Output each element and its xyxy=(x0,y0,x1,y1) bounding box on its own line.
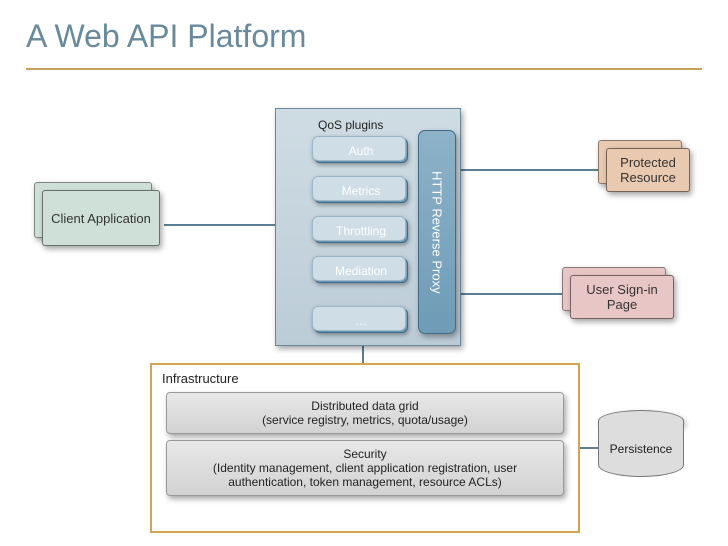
protected-resource-box: Protected Resource xyxy=(606,148,690,192)
client-application-label: Client Application xyxy=(42,190,160,246)
security-card: Security (Identity management, client ap… xyxy=(166,440,564,496)
plugin-mediation: Mediation xyxy=(314,258,408,283)
infrastructure-title: Infrastructure xyxy=(162,371,568,386)
distributed-grid-card: Distributed data grid (service registry,… xyxy=(166,392,564,434)
client-application-box: Client Application xyxy=(42,190,160,246)
signin-page-label: User Sign-in Page xyxy=(570,275,674,319)
protected-resource-label: Protected Resource xyxy=(606,148,690,192)
qos-title: QoS plugins xyxy=(318,118,383,132)
plugin-auth: Auth xyxy=(314,138,408,163)
title-divider xyxy=(26,68,702,70)
persistence-cylinder: Persistence xyxy=(598,421,684,477)
plugin-metrics: Metrics xyxy=(314,178,408,203)
signin-page-box: User Sign-in Page xyxy=(570,275,674,319)
infrastructure-box: Infrastructure Distributed data grid (se… xyxy=(150,363,580,533)
slide-title: A Web API Platform xyxy=(26,18,306,55)
reverse-proxy-label: HTTP Reverse Proxy xyxy=(418,130,456,334)
plugin-more: … xyxy=(314,308,408,333)
plugin-throttling: Throttling xyxy=(314,218,408,243)
